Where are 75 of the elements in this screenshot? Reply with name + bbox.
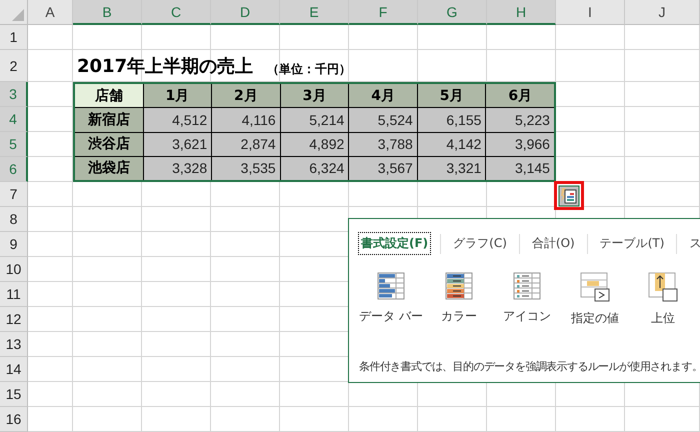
top-percent-grid-icon bbox=[648, 272, 678, 302]
column-header[interactable]: H bbox=[487, 0, 556, 25]
greater-than-grid-icon bbox=[580, 272, 610, 302]
table-cell: 6,324 bbox=[280, 156, 348, 180]
store-cell: 池袋店 bbox=[75, 156, 143, 180]
table-cell: 5,223 bbox=[486, 108, 554, 132]
table-cell: 3,328 bbox=[144, 156, 212, 180]
table-header-cell: 店舗 bbox=[75, 84, 143, 108]
table-header-cell: 3月 bbox=[280, 84, 348, 108]
column-header[interactable]: C bbox=[142, 0, 211, 25]
column-header[interactable]: F bbox=[349, 0, 418, 25]
table-header-cell: 6月 bbox=[486, 84, 554, 108]
row-header[interactable]: 15 bbox=[0, 382, 28, 407]
row-header[interactable]: 14 bbox=[0, 357, 28, 382]
table-cell: 4,116 bbox=[212, 108, 280, 132]
icon-set-grid-icon bbox=[513, 272, 541, 300]
format-option[interactable]: 指定の値 bbox=[563, 272, 627, 327]
table-cell: 6,155 bbox=[418, 108, 486, 132]
panel-tab[interactable]: テーブル(T) bbox=[598, 233, 666, 254]
table-cell: 3,788 bbox=[349, 132, 417, 156]
column-header[interactable]: B bbox=[73, 0, 142, 25]
table-cell: 5,524 bbox=[349, 108, 417, 132]
row-header[interactable]: 6 bbox=[0, 157, 28, 182]
row-header[interactable]: 10 bbox=[0, 257, 28, 282]
row-header[interactable]: 2 bbox=[0, 50, 28, 82]
column-header[interactable]: G bbox=[418, 0, 487, 25]
format-option[interactable]: カラー bbox=[427, 272, 491, 327]
data-bar-grid-icon bbox=[377, 272, 405, 300]
unit-note: （単位：千円） bbox=[267, 61, 352, 78]
table-cell: 4,892 bbox=[280, 132, 348, 156]
format-option[interactable]: 上位 bbox=[631, 272, 695, 327]
table-cell: 3,321 bbox=[418, 156, 486, 180]
column-header[interactable]: E bbox=[280, 0, 349, 25]
table-header-cell: 4月 bbox=[349, 84, 417, 108]
table-cell: 5,214 bbox=[280, 108, 348, 132]
row-header[interactable]: 4 bbox=[0, 107, 28, 132]
row-header[interactable]: 1 bbox=[0, 25, 28, 50]
column-header[interactable]: A bbox=[28, 0, 73, 25]
row-header[interactable]: 7 bbox=[0, 182, 28, 207]
select-all-icon bbox=[12, 9, 24, 21]
store-cell: 渋谷店 bbox=[75, 132, 143, 156]
table-cell: 3,145 bbox=[486, 156, 554, 180]
color-scale-grid-icon bbox=[445, 272, 473, 300]
row-header[interactable]: 12 bbox=[0, 307, 28, 332]
panel-description: 条件付き書式では、目的のデータを強調表示するルールが使用されます。 bbox=[358, 359, 700, 374]
store-cell: 新宿店 bbox=[75, 108, 143, 132]
table-header-cell: 5月 bbox=[418, 84, 486, 108]
table-cell: 4,512 bbox=[144, 108, 212, 132]
table-cell: 2,874 bbox=[212, 132, 280, 156]
row-header[interactable]: 8 bbox=[0, 207, 28, 232]
sheet-title: 2017年上半期の売上 bbox=[77, 55, 254, 78]
table-header-cell: 1月 bbox=[144, 84, 212, 108]
format-option[interactable]: アイコン bbox=[495, 272, 559, 327]
panel-tab[interactable]: ス bbox=[687, 233, 700, 254]
row-header[interactable]: 11 bbox=[0, 282, 28, 307]
table-header-cell: 2月 bbox=[212, 84, 280, 108]
row-header[interactable]: 13 bbox=[0, 332, 28, 357]
column-header[interactable]: I bbox=[556, 0, 625, 25]
panel-tab[interactable]: グラフ(C) bbox=[451, 233, 509, 254]
row-header[interactable]: 16 bbox=[0, 407, 28, 432]
format-option[interactable]: データ バー bbox=[359, 272, 423, 327]
table-cell: 3,621 bbox=[144, 132, 212, 156]
column-header[interactable]: D bbox=[211, 0, 280, 25]
table-cell: 3,567 bbox=[349, 156, 417, 180]
panel-tab[interactable]: 書式設定(F) bbox=[359, 233, 430, 254]
row-header[interactable]: 5 bbox=[0, 132, 28, 157]
panel-tab[interactable]: 合計(O) bbox=[530, 233, 577, 254]
row-header[interactable]: 3 bbox=[0, 82, 28, 107]
column-header[interactable]: J bbox=[625, 0, 700, 25]
table-cell: 3,966 bbox=[486, 132, 554, 156]
row-header[interactable]: 9 bbox=[0, 232, 28, 257]
table-cell: 4,142 bbox=[418, 132, 486, 156]
quick-analysis-button[interactable] bbox=[554, 181, 584, 210]
table-cell: 3,535 bbox=[212, 156, 280, 180]
quick-analysis-icon bbox=[558, 184, 580, 206]
